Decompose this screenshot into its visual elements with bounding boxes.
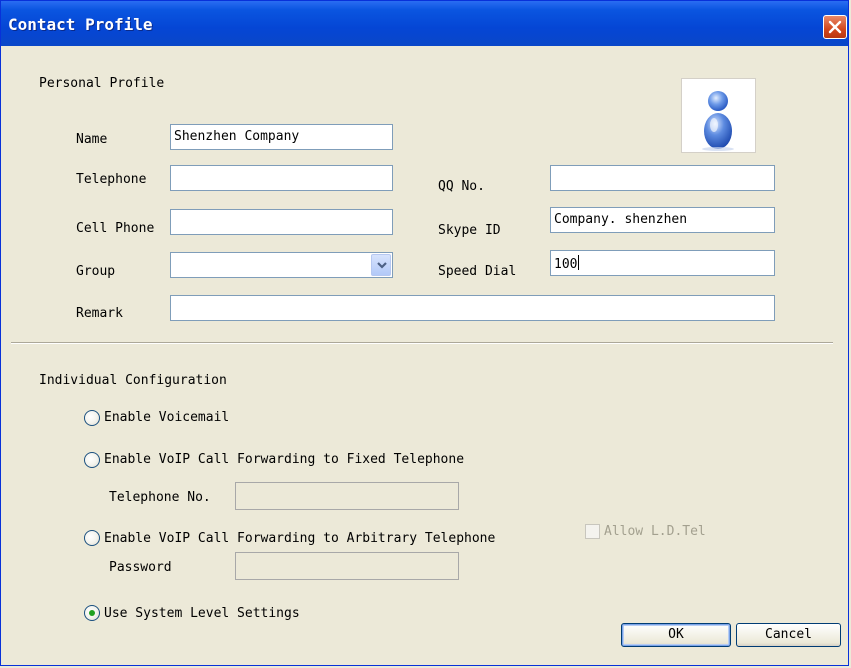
name-label: Name [76, 132, 108, 147]
telephone-label: Telephone [76, 172, 147, 187]
telephone-no-field[interactable] [235, 482, 459, 510]
group-dropdown-button[interactable] [371, 254, 391, 276]
radio-forward-fixed[interactable] [84, 452, 100, 468]
individual-config-heading: Individual Configuration [39, 373, 227, 388]
user-avatar-icon [702, 91, 734, 151]
speed-dial-value: 100 [554, 257, 578, 272]
name-field[interactable]: Shenzhen Company [170, 124, 393, 150]
close-button[interactable] [823, 15, 847, 39]
allow-ld-checkbox[interactable] [585, 524, 600, 539]
skype-label: Skype ID [438, 223, 501, 238]
radio-forward-arbitrary[interactable] [84, 530, 100, 546]
radio-selected-dot [89, 610, 95, 616]
section-divider [11, 342, 833, 344]
window-title: Contact Profile [8, 15, 153, 34]
password-field[interactable] [235, 552, 459, 580]
skype-field[interactable]: Company. shenzhen [550, 207, 775, 233]
qq-label: QQ No. [438, 179, 485, 194]
ok-button[interactable]: OK [621, 623, 731, 647]
remark-field[interactable] [170, 295, 775, 321]
system-settings-label[interactable]: Use System Level Settings [104, 606, 300, 621]
avatar [681, 78, 756, 153]
radio-enable-voicemail[interactable] [84, 410, 100, 426]
speed-dial-field[interactable]: 100 [550, 250, 775, 276]
dialog-body: Personal Profile Name Shenzhen Company T… [1, 46, 848, 666]
speed-dial-label: Speed Dial [438, 264, 517, 279]
cell-phone-field[interactable] [170, 209, 393, 235]
close-icon [828, 20, 842, 34]
group-label: Group [76, 264, 116, 279]
cell-phone-label: Cell Phone [76, 221, 155, 236]
cancel-button[interactable]: Cancel [736, 623, 841, 647]
chevron-down-icon [377, 262, 387, 269]
enable-voicemail-label[interactable]: Enable Voicemail [104, 410, 229, 425]
password-label: Password [109, 560, 172, 575]
title-bar[interactable]: Contact Profile [1, 1, 848, 46]
contact-profile-window: Contact Profile Personal Profile Name Sh… [0, 0, 849, 666]
remark-label: Remark [76, 306, 123, 321]
radio-system-settings[interactable] [84, 605, 100, 621]
allow-ld-label: Allow L.D.Tel [604, 524, 706, 539]
personal-profile-heading: Personal Profile [39, 76, 165, 91]
forward-fixed-label[interactable]: Enable VoIP Call Forwarding to Fixed Tel… [104, 452, 464, 467]
qq-field[interactable] [550, 165, 775, 191]
group-select[interactable] [170, 252, 393, 278]
telephone-no-label: Telephone No. [109, 490, 211, 505]
telephone-field[interactable] [170, 165, 393, 191]
text-caret [578, 255, 580, 270]
forward-arbitrary-label[interactable]: Enable VoIP Call Forwarding to Arbitrary… [104, 531, 495, 546]
